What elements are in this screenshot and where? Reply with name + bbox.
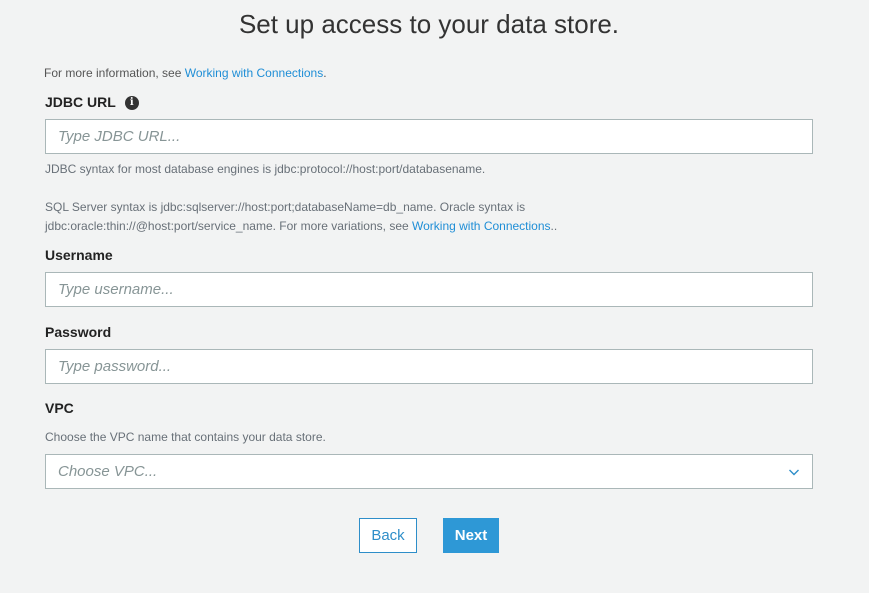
working-with-connections-link-2[interactable]: Working with Connections — [412, 219, 551, 233]
username-label: Username — [45, 247, 113, 264]
next-button[interactable]: Next — [443, 518, 499, 553]
sqlserver-syntax-line: SQL Server syntax is jdbc:sqlserver://ho… — [45, 200, 526, 214]
info-line: For more information, see Working with C… — [44, 66, 327, 81]
jdbc-url-label: JDBC URL i — [45, 94, 139, 111]
vpc-help: Choose the VPC name that contains your d… — [45, 430, 326, 444]
password-field[interactable] — [45, 349, 813, 384]
back-button[interactable]: Back — [359, 518, 417, 553]
working-with-connections-link[interactable]: Working with Connections — [185, 66, 324, 80]
info-suffix: . — [323, 66, 327, 80]
oracle-syntax-suffix: .. — [550, 219, 558, 233]
username-field[interactable] — [45, 272, 813, 307]
sqlserver-syntax-help: SQL Server syntax is jdbc:sqlserver://ho… — [45, 198, 815, 236]
jdbc-url-field[interactable] — [45, 119, 813, 154]
jdbc-url-label-text: JDBC URL — [45, 94, 116, 110]
vpc-label: VPC — [45, 400, 74, 417]
password-label: Password — [45, 324, 111, 341]
vpc-select-value: Choose VPC... — [58, 463, 158, 480]
chevron-down-icon — [789, 469, 799, 476]
vpc-label-text: VPC — [45, 400, 74, 416]
oracle-syntax-text: jdbc:oracle:thin://@host:port/service_na… — [45, 219, 413, 233]
jdbc-syntax-help: JDBC syntax for most database engines is… — [45, 162, 486, 176]
username-label-text: Username — [45, 247, 113, 263]
info-text: For more information, see — [44, 66, 185, 80]
oracle-syntax-line: jdbc:oracle:thin://@host:port/service_na… — [45, 217, 815, 236]
username-input[interactable] — [46, 273, 812, 306]
vpc-select[interactable]: Choose VPC... — [45, 454, 813, 489]
info-icon[interactable]: i — [124, 95, 139, 110]
password-label-text: Password — [45, 324, 112, 340]
password-input[interactable] — [46, 350, 812, 383]
page-title: Set up access to your data store. — [238, 9, 620, 39]
jdbc-url-input[interactable] — [46, 120, 812, 153]
